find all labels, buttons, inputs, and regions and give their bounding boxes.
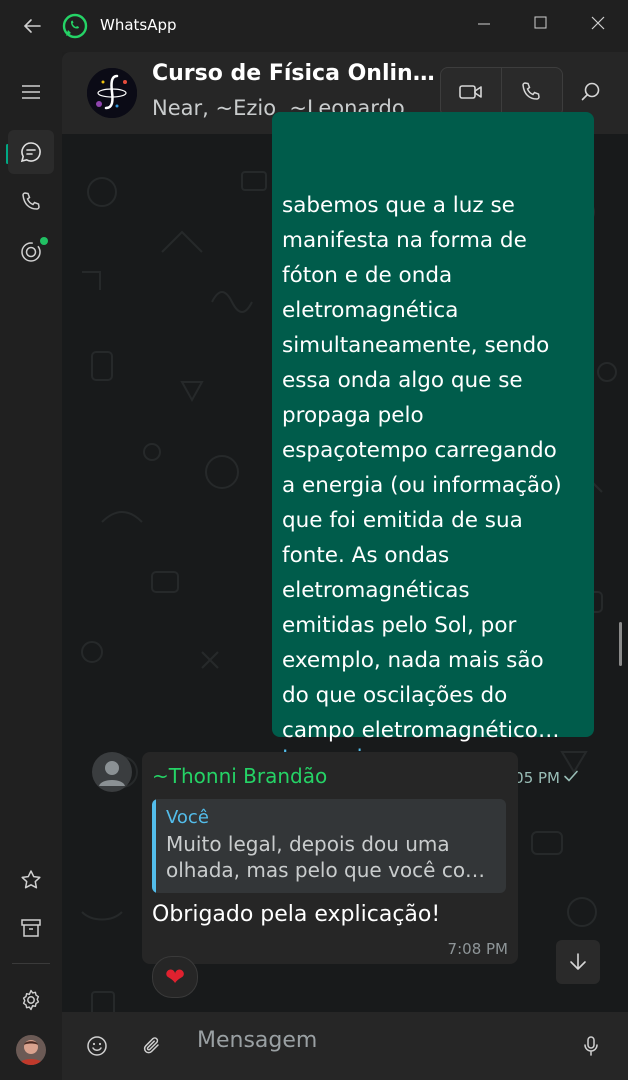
emoji-button[interactable] [77, 1026, 117, 1066]
minimize-icon [478, 23, 490, 25]
menu-button[interactable] [8, 70, 54, 114]
voice-call-button[interactable] [511, 72, 551, 112]
status-notification-dot [40, 237, 48, 245]
phone-icon [522, 82, 540, 100]
close-icon [591, 16, 605, 30]
paperclip-icon [143, 1037, 159, 1054]
heart-icon: ❤ [164, 963, 186, 991]
profile-photo-icon [16, 1035, 46, 1065]
menu-icon [22, 85, 40, 99]
search-button[interactable] [571, 72, 611, 112]
star-icon [21, 870, 41, 889]
chat-panel: Curso de Física Online… Near, ~Ezio, ~Le… [62, 52, 628, 1080]
outgoing-message-text: sabemos que a luz se manifesta na forma … [282, 193, 562, 743]
group-photo-icon [87, 68, 137, 118]
sidebar [0, 52, 62, 1080]
incoming-message-text: Obrigado pela explicação! [152, 902, 441, 927]
settings-button[interactable] [8, 978, 54, 1022]
profile-avatar[interactable] [16, 1035, 46, 1065]
quoted-message[interactable]: Você Muito legal, depois dou uma olhada,… [152, 799, 506, 893]
microphone-icon [584, 1036, 598, 1056]
whatsapp-logo-icon [62, 13, 88, 39]
back-arrow-icon[interactable] [20, 14, 44, 38]
title-bar: WhatsApp [0, 0, 628, 52]
scroll-to-bottom-button[interactable] [556, 940, 600, 984]
chat-title[interactable]: Curso de Física Online… [152, 61, 442, 86]
quoted-message-author: Você [166, 807, 209, 828]
starred-button[interactable] [8, 858, 54, 902]
video-camera-icon [459, 85, 482, 99]
call-buttons-group [440, 67, 563, 117]
minimize-button[interactable] [466, 8, 502, 38]
attach-button[interactable] [132, 1026, 172, 1066]
status-button[interactable] [8, 230, 54, 274]
default-user-icon [99, 761, 125, 786]
incoming-message[interactable]: ~Thonni Brandão Você Muito legal, depois… [142, 752, 518, 964]
outgoing-message[interactable]: sabemos que a luz se manifesta na forma … [272, 112, 594, 787]
heart-reaction[interactable]: ❤ [152, 956, 198, 998]
sidebar-divider [12, 963, 50, 964]
message-input[interactable]: Mensagem [197, 1028, 317, 1053]
app-title: WhatsApp [100, 16, 177, 34]
calls-icon [22, 192, 40, 210]
incoming-message-time: 7:08 PM [447, 940, 508, 958]
status-icon [21, 242, 41, 262]
sender-avatar[interactable] [92, 752, 132, 792]
settings-icon [22, 989, 40, 1011]
archive-icon [21, 919, 41, 937]
quote-accent-bar [152, 799, 156, 893]
arrow-down-icon [570, 953, 586, 970]
single-check-icon [564, 770, 578, 782]
search-icon [581, 82, 600, 101]
calls-button[interactable] [8, 180, 54, 224]
scrollbar-thumb[interactable] [619, 622, 622, 666]
chats-icon [20, 142, 41, 163]
maximize-button[interactable] [522, 8, 558, 38]
archive-button[interactable] [8, 906, 54, 950]
message-composer: Mensagem [62, 1012, 628, 1080]
emoji-icon [87, 1036, 107, 1056]
video-call-button[interactable] [451, 72, 491, 112]
call-group-separator [501, 68, 502, 116]
chats-button[interactable] [8, 130, 54, 174]
message-sender-name[interactable]: ~Thonni Brandão [152, 764, 327, 788]
maximize-icon [534, 16, 547, 29]
voice-message-button[interactable] [571, 1026, 611, 1066]
group-avatar[interactable] [87, 68, 137, 118]
quoted-message-text: Muito legal, depois dou uma olhada, mas … [166, 832, 486, 882]
close-button[interactable] [580, 8, 616, 38]
